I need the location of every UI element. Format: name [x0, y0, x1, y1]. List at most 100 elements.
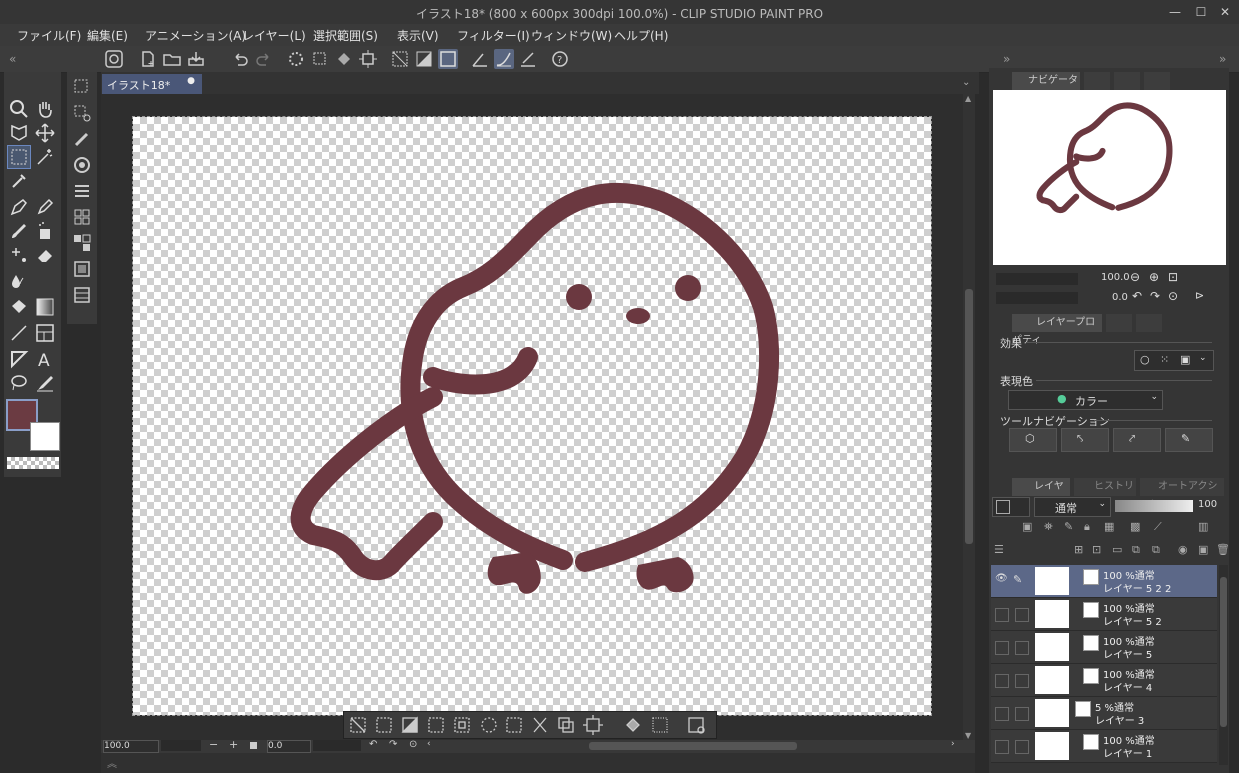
horizontal-scroll-thumb[interactable] — [589, 742, 797, 750]
canvas-vertical-scrollbar[interactable]: ▲ ▼ — [963, 94, 975, 740]
rotate-right-icon[interactable]: ↷ — [389, 739, 397, 750]
lasso-icon[interactable] — [8, 372, 30, 394]
layer-row[interactable]: 5 %通常 レイヤー 3 — [991, 697, 1217, 730]
edit-toggle[interactable] — [1015, 740, 1029, 754]
move-icon[interactable] — [34, 122, 56, 144]
navigator-tab[interactable]: ナビゲーター — [1012, 72, 1080, 104]
layer-row[interactable]: 100 %通常 レイヤー 4 — [991, 664, 1217, 697]
line-icon[interactable] — [8, 322, 30, 344]
undo-icon[interactable] — [230, 49, 250, 69]
visibility-toggle[interactable] — [995, 707, 1009, 721]
redo-icon[interactable] — [254, 49, 274, 69]
edit-pen-icon[interactable]: ✎ — [1013, 573, 1022, 586]
layer-scrollbar[interactable] — [1219, 565, 1228, 765]
clip-lower-layer-icon[interactable]: ▣ — [1022, 520, 1032, 533]
menu-layer[interactable]: レイヤー(L) — [242, 27, 306, 44]
draft-layer-icon[interactable]: ✎ — [1064, 520, 1073, 533]
hand-icon[interactable] — [34, 98, 56, 120]
zoom-field[interactable]: 100.0 — [103, 740, 159, 753]
history-tab[interactable]: ヒストリー — [1074, 478, 1136, 510]
menu-animation[interactable]: アニメーション(A) — [145, 27, 246, 44]
reference-layer-icon[interactable]: ⛯ — [1044, 520, 1053, 534]
nav-zoom-in-icon[interactable]: ⊕ — [1149, 270, 1159, 284]
save-icon[interactable] — [186, 49, 206, 69]
color-circle-icon[interactable] — [71, 154, 93, 176]
maximize-button[interactable]: ☐ — [1189, 3, 1213, 21]
effect-buttons[interactable]: ○ ⁙ ▣ ⌄ — [1134, 350, 1214, 371]
select-area-icon[interactable] — [310, 49, 330, 69]
help-icon[interactable]: ? — [550, 49, 570, 69]
layer-color-icon[interactable]: ▣ — [1180, 353, 1190, 366]
expand-right-icon[interactable]: » — [1216, 49, 1236, 69]
layer-menu-icon[interactable]: ☰ — [994, 543, 1004, 556]
edit-toggle[interactable] — [1015, 707, 1029, 721]
sub-tool-settings-icon[interactable] — [71, 102, 93, 124]
minimize-button[interactable]: — — [1163, 3, 1187, 21]
sub-tool-select-icon[interactable] — [71, 76, 93, 98]
expand-bottom-icon[interactable]: ︽ — [107, 755, 117, 770]
zoom-icon[interactable] — [8, 98, 30, 120]
frame-icon[interactable] — [34, 322, 56, 344]
invert-selection-icon[interactable] — [414, 49, 434, 69]
rotate-left-icon[interactable]: ↶ — [369, 739, 377, 750]
merge-down-icon[interactable]: ⧉ — [1152, 543, 1160, 557]
search-layer-tab[interactable] — [1136, 314, 1162, 332]
brush-size-icon[interactable] — [71, 128, 93, 150]
info-tab[interactable] — [1144, 72, 1170, 90]
document-tab[interactable]: イラスト18* ● — [102, 74, 202, 94]
scroll-down-icon[interactable]: ▼ — [965, 731, 971, 740]
collapse-left-icon[interactable]: « — [6, 49, 26, 69]
lock-transparency-icon[interactable]: ▦ — [1104, 520, 1114, 533]
close-button[interactable]: ✕ — [1213, 3, 1237, 21]
edit-toggle[interactable] — [1015, 608, 1029, 622]
transparent-color-swatch[interactable] — [7, 457, 59, 469]
layer-property-tab[interactable]: レイヤープロパティ — [1012, 314, 1102, 346]
zoom-slider[interactable] — [161, 740, 201, 751]
menu-edit[interactable]: 編集(E) — [87, 27, 128, 44]
apply-mask-icon[interactable]: ▣ — [1198, 543, 1208, 556]
menu-file[interactable]: ファイル(F) — [17, 27, 81, 44]
border-effect-icon[interactable]: ○ — [1140, 353, 1150, 366]
layer-row[interactable]: 100 %通常 レイヤー 5 2 — [991, 598, 1217, 631]
new-raster-layer-icon[interactable]: ⊞ — [1074, 543, 1083, 556]
layer-color-icon[interactable]: ▥ — [1198, 520, 1208, 533]
transform-icon[interactable] — [358, 49, 378, 69]
airbrush-icon[interactable] — [34, 220, 56, 242]
brush-icon[interactable] — [8, 220, 30, 242]
mask-icon[interactable]: ▩ — [1130, 520, 1140, 533]
pencil-icon[interactable] — [34, 196, 56, 218]
sub-color-swatch[interactable] — [30, 422, 60, 451]
eyedropper-icon[interactable] — [8, 170, 30, 192]
magic-wand-icon[interactable] — [34, 146, 56, 168]
approx-color-icon[interactable] — [71, 258, 93, 280]
loading-icon[interactable] — [286, 49, 306, 69]
fill-icon[interactable] — [334, 49, 354, 69]
menu-window[interactable]: ウィンドウ(W) — [531, 27, 612, 44]
transfer-down-icon[interactable]: ⧉ — [1132, 543, 1140, 557]
reset-rotation-icon[interactable]: ⊙ — [409, 739, 417, 750]
show-selection-icon[interactable] — [438, 49, 458, 69]
pen-icon[interactable] — [8, 196, 30, 218]
new-folder-icon[interactable]: ▭ — [1112, 543, 1122, 556]
layer-property-tab-2[interactable] — [1106, 314, 1132, 332]
balloon-tail-icon[interactable] — [8, 348, 30, 370]
fill-bucket-icon[interactable] — [8, 296, 30, 318]
nav-zoom-out-icon[interactable]: ⊖ — [1130, 270, 1140, 284]
open-folder-icon[interactable] — [162, 49, 182, 69]
nav-fit-icon[interactable]: ⊡ — [1168, 270, 1178, 284]
scroll-up-icon[interactable]: ▲ — [965, 94, 971, 103]
object-tool-nav-button[interactable]: ⬡ — [1009, 428, 1057, 452]
delete-layer-icon[interactable]: 🗑︎ — [1216, 543, 1230, 556]
layer-scroll-thumb[interactable] — [1220, 577, 1227, 727]
fit-screen-icon[interactable] — [250, 742, 257, 749]
snap-grid-icon[interactable] — [518, 49, 538, 69]
menu-view[interactable]: 表示(V) — [397, 27, 439, 44]
navigator-preview[interactable] — [993, 90, 1226, 265]
snap-ruler-icon[interactable] — [494, 49, 514, 69]
angle-field[interactable]: 0.0 — [267, 740, 311, 753]
ruler-layer-icon[interactable]: ⟋ — [1154, 520, 1162, 534]
angle-slider[interactable] — [313, 740, 361, 751]
transform-tool-nav-button[interactable]: ⤣ — [1061, 428, 1109, 452]
visibility-toggle[interactable] — [995, 740, 1009, 754]
correction-brush-icon[interactable] — [34, 372, 56, 394]
